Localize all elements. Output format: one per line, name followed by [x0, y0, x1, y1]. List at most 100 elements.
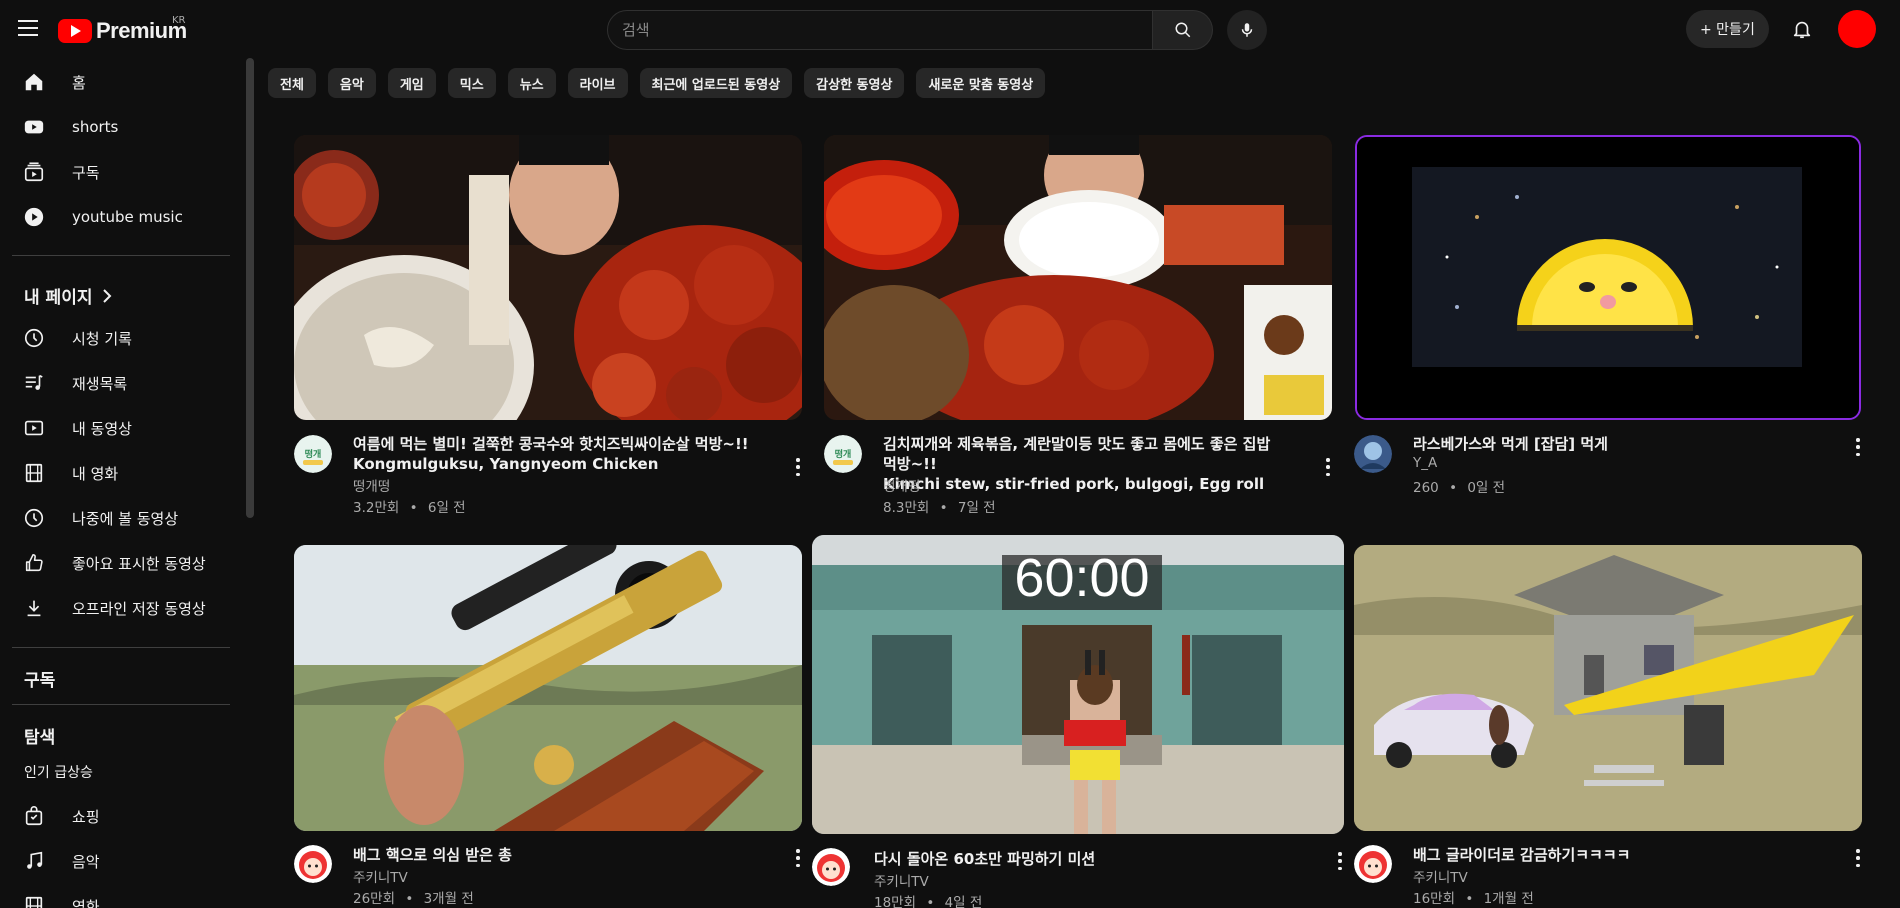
channel-name[interactable]: 떵개떵	[353, 475, 390, 495]
create-button[interactable]: + 만들기	[1686, 10, 1769, 48]
search-bar	[607, 10, 1267, 50]
video-thumbnail[interactable]	[1355, 135, 1861, 420]
view-count: 8.3만회	[883, 500, 930, 516]
search-input[interactable]	[622, 21, 1152, 39]
menu-icon[interactable]	[18, 20, 38, 36]
channel-avatar[interactable]	[812, 848, 850, 886]
youtube-logo-icon	[58, 19, 92, 43]
video-thumbnail[interactable]: 60:00	[812, 535, 1344, 834]
more-options-icon[interactable]	[795, 849, 801, 867]
sidebar-item-shorts[interactable]: shorts	[12, 107, 230, 147]
more-options-icon[interactable]	[1855, 849, 1861, 867]
voice-search-button[interactable]	[1227, 10, 1267, 50]
more-options-icon[interactable]	[795, 458, 801, 476]
sidebar-item-label: 재생목록	[72, 374, 128, 393]
channel-name[interactable]: 떵개떵	[883, 475, 920, 495]
sidebar-item-label: 홈	[72, 73, 86, 92]
film-icon	[22, 894, 46, 908]
video-title[interactable]: 라스베가스와 먹게 [잡담] 먹게	[1413, 434, 1813, 454]
timer-overlay-text: 60:00	[1014, 548, 1150, 608]
my-page-heading[interactable]: 내 페이지	[24, 283, 112, 308]
video-thumbnail[interactable]	[1354, 545, 1862, 831]
channel-name[interactable]: Y_A	[1413, 455, 1437, 471]
subscriptions-heading: 구독	[24, 671, 56, 691]
sidebar-scrollbar[interactable]	[246, 58, 254, 518]
shorts-icon	[22, 115, 46, 139]
video-title-line: 다시 돌아온 60초만 파밍하기 미션	[874, 850, 1096, 868]
sidebar: 홈 shorts 구독 youtube music 내 페이지 시청 기록 재생…	[0, 58, 244, 908]
channel-avatar[interactable]	[294, 845, 332, 883]
sidebar-item-home[interactable]: 홈	[12, 62, 230, 102]
video-thumbnail[interactable]	[294, 545, 802, 831]
more-options-icon[interactable]	[1325, 458, 1331, 476]
explore-heading: 탐색	[24, 728, 56, 748]
upload-age: 3개월 전	[423, 891, 474, 907]
video-meta: 18만회 • 4일 전	[874, 891, 982, 908]
sidebar-item-shopping[interactable]: 쇼핑	[12, 796, 230, 836]
video-title[interactable]: 배그 핵으로 의심 받은 총	[353, 845, 753, 865]
sidebar-item-subscriptions[interactable]: 구독	[12, 152, 230, 192]
video-meta: 16만회 • 1개월 전	[1413, 887, 1534, 907]
channel-name[interactable]: 주키니TV	[874, 870, 929, 890]
channel-avatar[interactable]: 떵개	[824, 435, 862, 473]
video-meta: 260 • 0일 전	[1413, 476, 1505, 496]
more-options-icon[interactable]	[1855, 438, 1861, 456]
sidebar-item-my-movies[interactable]: 내 영화	[12, 453, 230, 493]
more-options-icon[interactable]	[1337, 852, 1343, 870]
svg-text:떵개: 떵개	[835, 448, 852, 460]
video-meta: 26만회 • 3개월 전	[353, 887, 474, 907]
subscriptions-icon	[22, 160, 46, 184]
search-button[interactable]	[1153, 10, 1213, 50]
upload-age: 0일 전	[1467, 480, 1506, 496]
sidebar-item-playlists[interactable]: 재생목록	[12, 363, 230, 403]
channel-avatar[interactable]	[1354, 845, 1392, 883]
sidebar-item-liked-videos[interactable]: 좋아요 표시한 동영상	[12, 543, 230, 583]
sidebar-divider	[12, 255, 230, 256]
video-thumbnail[interactable]	[294, 135, 802, 420]
sidebar-item-trending[interactable]: 인기 급상승	[24, 762, 93, 782]
bell-icon	[1793, 21, 1811, 39]
chip-music[interactable]: 음악	[327, 68, 376, 98]
sidebar-item-downloads[interactable]: 오프라인 저장 동영상	[12, 588, 230, 628]
sidebar-item-music[interactable]: 음악	[12, 841, 230, 881]
shopping-bag-icon	[22, 804, 46, 828]
video-title[interactable]: 여름에 먹는 별미! 걸쭉한 콩국수와 핫치즈빅싸이순살 먹방~!! Kongm…	[353, 434, 753, 474]
channel-avatar[interactable]: 떵개	[294, 435, 332, 473]
sidebar-divider	[12, 647, 230, 648]
youtube-premium-logo[interactable]: Premium	[58, 18, 187, 44]
account-avatar[interactable]	[1838, 10, 1876, 48]
chip-news[interactable]: 뉴스	[507, 68, 556, 98]
video-title[interactable]: 배그 글라이더로 감금하기ㅋㅋㅋㅋ	[1413, 845, 1813, 865]
sidebar-item-history[interactable]: 시청 기록	[12, 318, 230, 358]
video-title-line: 여름에 먹는 별미! 걸쭉한 콩국수와 핫치즈빅싸이순살 먹방~!!	[353, 435, 749, 453]
sidebar-item-watch-later[interactable]: 나중에 볼 동영상	[12, 498, 230, 538]
notifications-button[interactable]	[1788, 15, 1816, 43]
playlist-icon	[22, 371, 46, 395]
channel-avatar[interactable]	[1354, 435, 1392, 473]
logo-region: KR	[172, 15, 186, 26]
chip-mix[interactable]: 믹스	[447, 68, 496, 98]
video-thumbnail[interactable]	[824, 135, 1332, 420]
chip-new-to-you[interactable]: 새로운 맞춤 동영상	[916, 68, 1046, 98]
channel-name[interactable]: 주키니TV	[1413, 866, 1468, 886]
chip-recently-uploaded[interactable]: 최근에 업로드된 동영상	[639, 68, 793, 98]
sidebar-item-youtube-music[interactable]: youtube music	[12, 197, 230, 237]
sidebar-item-movies[interactable]: 영화	[12, 886, 230, 908]
chip-watched[interactable]: 감상한 동영상	[804, 68, 905, 98]
video-title[interactable]: 다시 돌아온 60초만 파밍하기 미션	[874, 849, 1294, 869]
view-count: 260	[1413, 480, 1439, 496]
sidebar-item-label: 좋아요 표시한 동영상	[72, 554, 206, 573]
chip-gaming[interactable]: 게임	[387, 68, 436, 98]
mukbang-thumbnail-image	[294, 135, 802, 420]
video-title[interactable]: 김치찌개와 제육볶음, 계란말이등 맛도 좋고 몸에도 좋은 집밥 먹방~!! …	[883, 434, 1283, 494]
like-icon	[22, 551, 46, 575]
video-title-line: 김치찌개와 제육볶음, 계란말이등 맛도 좋고 몸에도 좋은 집밥 먹방~!!	[883, 435, 1271, 473]
chip-all[interactable]: 전체	[268, 68, 316, 98]
sidebar-item-my-videos[interactable]: 내 동영상	[12, 408, 230, 448]
channel-name[interactable]: 주키니TV	[353, 866, 408, 886]
meta-separator: •	[1449, 480, 1458, 496]
filter-chips: 전체 음악 게임 믹스 뉴스 라이브 최근에 업로드된 동영상 감상한 동영상 …	[268, 68, 1046, 98]
sidebar-item-label: 시청 기록	[72, 329, 132, 348]
film-icon	[22, 461, 46, 485]
chip-live[interactable]: 라이브	[567, 68, 628, 98]
